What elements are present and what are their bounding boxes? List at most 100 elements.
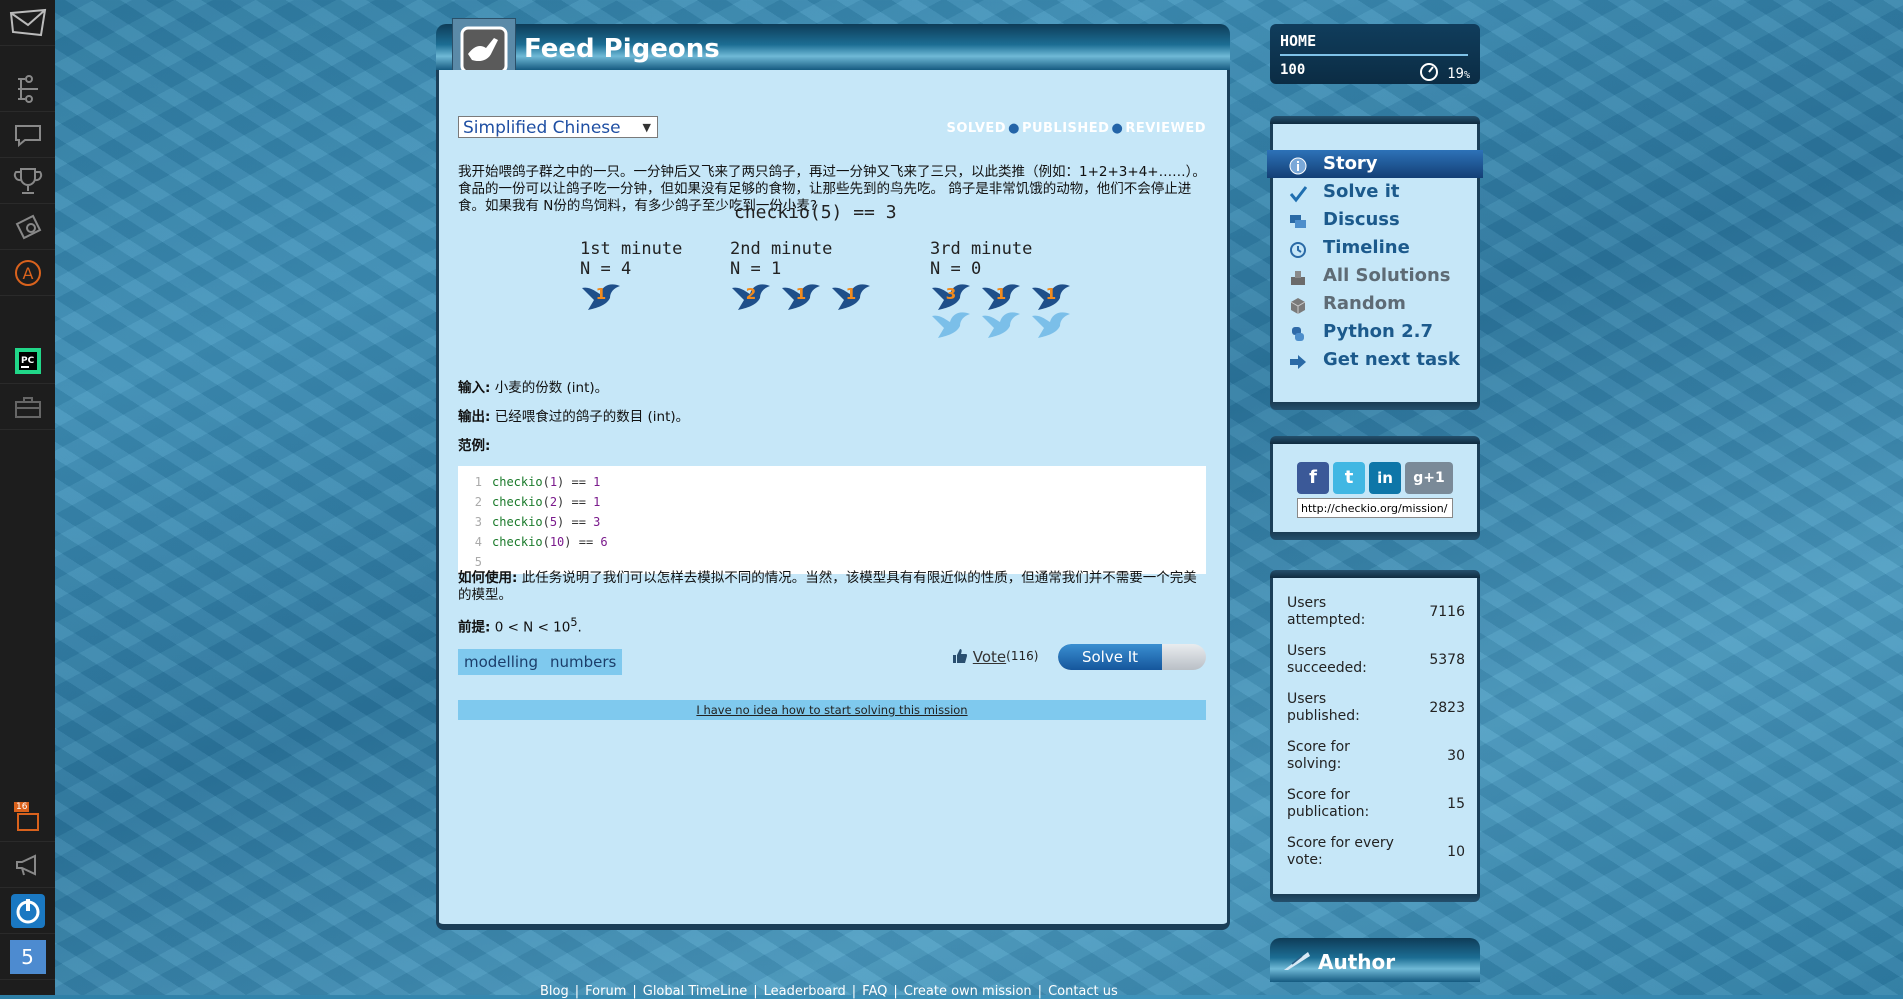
example-header: checkio(5) == 3 <box>734 202 897 223</box>
footer-link[interactable]: Global TimeLine <box>643 984 748 999</box>
sidebar-power-button[interactable] <box>0 888 55 934</box>
code-argument: 5 <box>549 515 558 529</box>
code-paren: ( <box>542 515 550 529</box>
code-result: 3 <box>593 515 601 529</box>
nav-item-all-solutions[interactable]: All Solutions <box>1273 262 1477 290</box>
nav-item-solve-it[interactable]: Solve it <box>1273 178 1477 206</box>
bird-portion-label: 1 <box>1046 285 1056 303</box>
stat-value: 10 <box>1447 844 1465 860</box>
sidebar-achievements-button[interactable]: A <box>0 250 55 296</box>
bird-portion-label: 1 <box>796 285 806 303</box>
stat-row: Users succeeded: 5378 <box>1273 636 1477 684</box>
stats-panel: Users attempted: 7116 Users succeeded: 5378… <box>1270 570 1480 902</box>
code-result: 6 <box>600 535 608 549</box>
share-buttons: f t in g+1 <box>1273 444 1477 494</box>
footer-link[interactable]: Blog <box>540 984 569 999</box>
share-url-field[interactable]: http://checkio.org/mission/ <box>1297 498 1453 518</box>
minute-n-value: N = 1 <box>730 259 782 279</box>
footer-link[interactable]: Create own mission <box>904 984 1032 999</box>
bird-portion-label: 1 <box>596 285 606 303</box>
code-example-block[interactable]: 1 checkio(1) == 1 2 checkio(2) == 1 3 checkio… <box>458 466 1206 574</box>
language-select[interactable]: Simplified Chinese ▼ <box>458 116 658 138</box>
nav-item-get-next-task[interactable]: Get next task <box>1273 346 1477 374</box>
no-idea-link[interactable]: I have no idea how to start solving this… <box>696 703 967 717</box>
left-sidebar: A PC 16 5 <box>0 0 55 995</box>
bird-portion-label: 1 <box>996 285 1006 303</box>
sidebar-level-button[interactable]: 5 <box>0 934 55 980</box>
solve-it-button[interactable]: Solve It <box>1058 644 1206 670</box>
clock-icon <box>1289 240 1307 258</box>
footer-separator: | <box>893 984 898 999</box>
logo-button[interactable] <box>0 0 55 46</box>
share-panel-bottom <box>1270 532 1480 540</box>
box-icon <box>1289 296 1307 314</box>
vote-link[interactable]: Vote <box>973 648 1006 666</box>
nav-item-label: Story <box>1323 153 1378 174</box>
thumbs-up-icon <box>953 649 967 663</box>
sidebar-tree-button[interactable] <box>0 66 55 112</box>
footer-link[interactable]: Contact us <box>1048 984 1118 999</box>
home-progress-fill <box>1280 54 1468 56</box>
bird-portion-label: 2 <box>746 285 756 303</box>
author-title: Author <box>1318 950 1396 974</box>
home-percent-unit: % <box>1463 70 1470 81</box>
stat-label: Users published: <box>1287 691 1360 724</box>
footer-link[interactable]: Forum <box>585 984 626 999</box>
sidebar-announce-button[interactable] <box>0 842 55 888</box>
nav-item-discuss[interactable]: Discuss <box>1273 206 1477 234</box>
nav-item-python-2-7[interactable]: Python 2.7 <box>1273 318 1477 346</box>
twitter-icon[interactable]: t <box>1333 462 1365 494</box>
author-panel: Author <box>1270 938 1480 982</box>
linkedin-icon[interactable]: in <box>1369 462 1401 494</box>
nav-item-timeline[interactable]: Timeline <box>1273 234 1477 262</box>
code-line: 1 checkio(1) == 1 <box>458 472 1206 492</box>
sidebar-settings-button[interactable] <box>0 204 55 250</box>
chat-bubble-icon <box>14 124 41 147</box>
status-published: PUBLISHED <box>1021 121 1110 136</box>
facebook-icon[interactable]: f <box>1297 462 1329 494</box>
stats-panel-bottom <box>1270 894 1480 902</box>
home-panel[interactable]: HOME 100 19% <box>1270 24 1480 84</box>
usage-line: 如何使用: 此任务说明了我们可以怎样去模拟不同的情况。当然，该模型具有有限近似的… <box>458 570 1208 604</box>
code-paren: ) == <box>557 515 594 529</box>
stat-row: Users attempted: 7116 <box>1273 588 1477 636</box>
examples-line: 范例: <box>458 438 490 455</box>
minute-n-value: N = 0 <box>930 259 982 279</box>
footer-link[interactable]: FAQ <box>862 984 887 999</box>
tag-numbers[interactable]: numbers <box>544 649 623 675</box>
sidebar-briefcase-button[interactable] <box>0 384 55 430</box>
tag-modelling[interactable]: modelling <box>458 649 545 675</box>
line-number: 5 <box>474 555 482 569</box>
sidebar-notifications-button[interactable]: 16 <box>0 796 55 842</box>
notification-count-badge: 16 <box>14 802 30 812</box>
footer-separator: | <box>753 984 758 999</box>
output-text: 已经喂食过的鸽子的数目 (int)。 <box>494 409 690 425</box>
code-function: checkio <box>492 495 543 509</box>
no-idea-bar[interactable]: I have no idea how to start solving this… <box>458 700 1206 720</box>
footer-separator: | <box>632 984 637 999</box>
sidebar-pycharm-button[interactable]: PC <box>0 338 55 384</box>
check-icon <box>1289 184 1308 203</box>
share-panel-body: f t in g+1 http://checkio.org/mission/ <box>1270 444 1480 532</box>
google-plus-icon[interactable]: g+1 <box>1405 462 1453 494</box>
stat-label: Users attempted: <box>1287 595 1366 628</box>
examples-label: 范例: <box>458 438 491 454</box>
vote-control[interactable]: Vote(116) <box>952 648 1038 666</box>
mission-nav-panel: Story Solve it Discuss Timeline All Solution… <box>1267 116 1483 410</box>
code-result: 1 <box>593 475 601 489</box>
chat-icon <box>1289 212 1307 230</box>
minute-column-1: 1st minute N = 4 <box>580 239 682 279</box>
sidebar-chat-button[interactable] <box>0 112 55 158</box>
nav-item-story[interactable]: Story <box>1267 150 1483 178</box>
quill-icon <box>1284 952 1310 970</box>
home-value: 100 <box>1280 62 1306 78</box>
footer-link[interactable]: Leaderboard <box>764 984 846 999</box>
nav-item-random[interactable]: Random <box>1273 290 1477 318</box>
solve-it-label: Solve It <box>1058 644 1162 670</box>
stat-value: 15 <box>1447 796 1465 812</box>
code-argument: 1 <box>549 475 558 489</box>
stat-label: Score for solving: <box>1287 739 1350 772</box>
bird-portion-label: 3 <box>946 285 956 303</box>
home-label: HOME <box>1280 32 1317 50</box>
sidebar-trophy-button[interactable] <box>0 158 55 204</box>
